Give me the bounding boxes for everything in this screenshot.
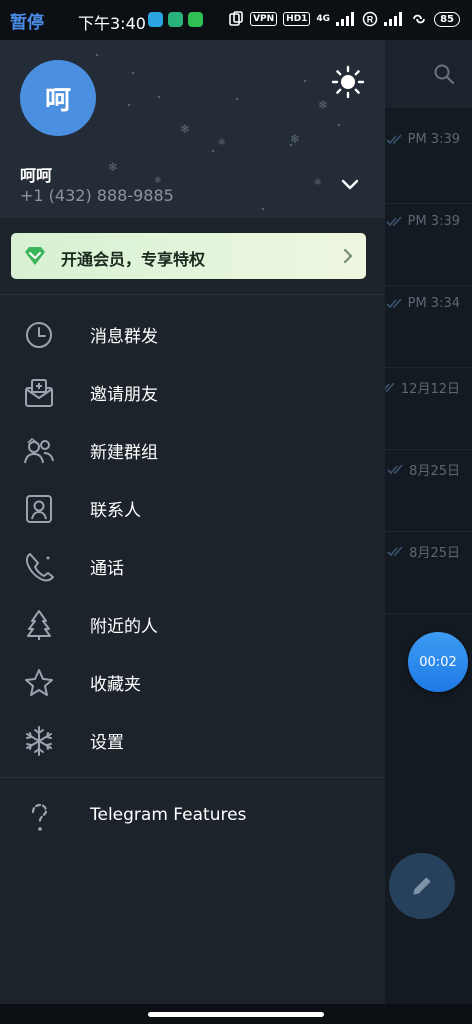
snowflake-decoration: ❄ xyxy=(318,98,329,112)
avatar[interactable]: 呵 xyxy=(20,60,96,136)
read-check-icon xyxy=(386,133,402,144)
question-mark-icon xyxy=(31,803,48,831)
status-app-icons xyxy=(148,12,203,27)
snow-decoration xyxy=(304,80,306,82)
menu-item-people-nearby[interactable]: 附近的人 xyxy=(0,595,385,653)
vpn-badge: VPN xyxy=(250,12,278,26)
premium-banner-label: 开通会员，专享特权 xyxy=(61,250,206,269)
chat-row[interactable]: 12月12日 xyxy=(379,368,472,450)
menu-item-label: 设置 xyxy=(90,733,124,753)
snowflake-settings-icon xyxy=(26,726,52,756)
timer-fab[interactable]: 00:02 xyxy=(408,632,468,692)
snow-decoration xyxy=(132,72,134,74)
menu-item-contacts[interactable]: 联系人 xyxy=(0,479,385,537)
system-nav-bar xyxy=(0,1004,472,1024)
menu-item-label: 新建群组 xyxy=(90,443,158,463)
status-bar: 暂停 下午3:40 VPN HD1 4G R 85 xyxy=(0,0,472,40)
menu-item-label: Telegram Features xyxy=(90,805,247,825)
menu-item-saved[interactable]: 收藏夹 xyxy=(0,653,385,711)
chat-row[interactable]: 8月25日 xyxy=(385,532,472,614)
diamond-icon xyxy=(25,247,45,265)
menu-item-settings[interactable]: 设置 xyxy=(0,711,385,769)
menu-item-label: 邀请朋友 xyxy=(90,385,158,405)
menu-item-invite-friends[interactable]: 邀请朋友 xyxy=(0,363,385,421)
status-time: 下午3:40 xyxy=(78,14,146,33)
menu-item-telegram-features[interactable]: Telegram Features xyxy=(0,788,385,846)
shield-app-icon xyxy=(168,12,183,27)
snowflake-decoration: ❄ xyxy=(154,176,162,186)
chat-time: PM 3:34 xyxy=(407,296,460,311)
signal-icon-2 xyxy=(384,12,403,26)
read-check-icon xyxy=(387,545,403,556)
menu-item-calls[interactable]: 通话 xyxy=(0,537,385,595)
chat-time: 8月25日 xyxy=(409,546,460,561)
drawer-header[interactable]: ❄ ❄ ❄ ❄ ❄ ❄ ❄ 呵 呵呵 +1 (432) 888-9885 xyxy=(0,40,385,218)
snow-decoration xyxy=(236,98,238,100)
read-check-icon xyxy=(386,297,402,308)
menu-item-broadcast[interactable]: 消息群发 xyxy=(0,305,385,363)
navigation-drawer: ❄ ❄ ❄ ❄ ❄ ❄ ❄ 呵 呵呵 +1 (432) 888-9885 开通会… xyxy=(0,40,385,1004)
menu-item-new-group[interactable]: 新建群组 xyxy=(0,421,385,479)
menu-item-label: 收藏夹 xyxy=(90,675,141,695)
chat-row[interactable]: PM 3:39 xyxy=(385,122,472,204)
chat-time: PM 3:39 xyxy=(407,214,460,229)
hd-badge: HD1 xyxy=(283,12,311,26)
chevron-right-icon xyxy=(344,249,352,263)
link-icon xyxy=(413,14,425,24)
chat-time: PM 3:39 xyxy=(407,132,460,147)
svg-text:R: R xyxy=(367,15,374,25)
chat-row[interactable]: 8月25日 xyxy=(385,450,472,532)
star-icon xyxy=(25,669,53,696)
snow-decoration xyxy=(212,150,214,152)
snow-decoration xyxy=(262,208,264,210)
group-icon xyxy=(24,437,54,464)
read-check-icon xyxy=(386,215,402,226)
network-label: 4G xyxy=(316,14,331,24)
compose-button[interactable] xyxy=(389,853,455,919)
registered-icon: R xyxy=(362,11,378,27)
pencil-icon xyxy=(413,877,431,895)
menu-item-label: 消息群发 xyxy=(90,327,158,347)
snowflake-decoration: ❄ xyxy=(180,122,191,136)
chat-row[interactable]: PM 3:34 xyxy=(385,286,472,368)
divider xyxy=(0,777,385,778)
phone-app-icon xyxy=(188,12,203,27)
menu-item-label: 联系人 xyxy=(90,501,141,521)
chat-time: 8月25日 xyxy=(409,464,460,479)
tree-icon xyxy=(27,610,51,640)
menu-item-label: 附近的人 xyxy=(90,617,158,637)
snowflake-decoration: ❄ xyxy=(290,132,301,146)
read-check-icon xyxy=(387,463,403,474)
user-name: 呵呵 xyxy=(20,166,53,185)
snow-decoration xyxy=(128,104,130,106)
user-phone: +1 (432) 888-9885 xyxy=(20,186,174,205)
sun-icon[interactable] xyxy=(331,65,365,99)
divider xyxy=(0,294,385,295)
snowflake-decoration: ❄ xyxy=(108,160,119,174)
screen-mirror-icon xyxy=(229,11,243,26)
snowflake-decoration: ❄ xyxy=(218,138,226,148)
snowflake-decoration: ❄ xyxy=(314,178,322,188)
contact-card-icon xyxy=(26,495,52,523)
chevron-down-icon[interactable] xyxy=(338,172,362,196)
chat-row[interactable]: PM 3:39 xyxy=(385,204,472,286)
signal-icon xyxy=(336,12,355,26)
telegram-icon xyxy=(148,12,163,27)
menu-item-label: 通话 xyxy=(90,559,124,579)
search-icon[interactable] xyxy=(432,62,456,86)
invite-envelope-icon xyxy=(25,379,53,407)
status-right-icons: VPN HD1 4G R 85 xyxy=(228,11,460,27)
phone-call-icon xyxy=(25,553,54,582)
premium-banner[interactable]: 开通会员，专享特权 xyxy=(11,233,366,279)
clock-icon xyxy=(26,322,52,348)
battery-indicator: 85 xyxy=(434,11,460,27)
snow-decoration xyxy=(96,54,98,56)
pause-label[interactable]: 暂停 xyxy=(10,8,44,33)
snow-decoration xyxy=(158,96,160,98)
chat-time: 12月12日 xyxy=(400,382,460,397)
home-indicator[interactable] xyxy=(148,1012,324,1017)
snow-decoration xyxy=(338,124,340,126)
